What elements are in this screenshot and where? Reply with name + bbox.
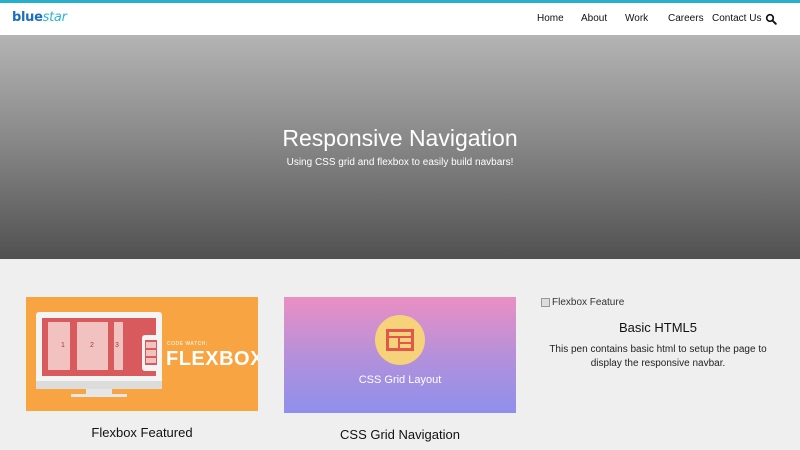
card-title-flexbox[interactable]: Flexbox Featured bbox=[26, 425, 258, 440]
card-description-basic-html5: This pen contains basic html to setup th… bbox=[549, 344, 767, 369]
css-grid-image-text: CSS Grid Layout bbox=[358, 374, 442, 386]
search-icon[interactable] bbox=[765, 13, 777, 25]
grid-layout-icon bbox=[375, 315, 425, 365]
broken-image-alt-text: Flexbox Feature bbox=[552, 297, 625, 308]
hero-banner: Responsive Navigation Using CSS grid and… bbox=[0, 35, 800, 259]
logo-part-star: star bbox=[42, 10, 67, 25]
screen-label-1: 1 bbox=[61, 342, 65, 349]
nav-home[interactable]: Home bbox=[537, 13, 564, 24]
code-watch-label: CODE WATCH: bbox=[167, 341, 208, 347]
hero-subtitle: Using CSS grid and flexbox to easily bui… bbox=[286, 157, 514, 168]
brand-logo[interactable]: bluestar bbox=[12, 10, 67, 25]
card-title-basic-html5[interactable]: Basic HTML5 bbox=[541, 320, 775, 335]
logo-part-blue: blue bbox=[12, 10, 43, 25]
nav-work[interactable]: Work bbox=[625, 13, 648, 24]
navbar: bluestar Home About Work Careers Contact… bbox=[0, 3, 800, 35]
card-title-css-grid[interactable]: CSS Grid Navigation bbox=[284, 427, 516, 442]
hero-title: Responsive Navigation bbox=[282, 125, 518, 151]
nav-contact-us[interactable]: Contact Us bbox=[712, 13, 761, 24]
broken-image-flexbox-feature[interactable]: Flexbox Feature bbox=[541, 297, 624, 308]
nav-careers[interactable]: Careers bbox=[668, 13, 704, 24]
css-grid-card-image[interactable]: CSS Grid Layout bbox=[284, 297, 516, 413]
screen-label-3: 3 bbox=[115, 342, 119, 349]
broken-image-icon bbox=[541, 298, 550, 307]
flexbox-card-image[interactable]: 1 2 3 CODE WATCH: FLEXBOX bbox=[26, 297, 258, 411]
screen-label-2: 2 bbox=[90, 342, 94, 349]
flexbox-word: FLEXBOX bbox=[166, 348, 258, 370]
nav-about[interactable]: About bbox=[581, 13, 607, 24]
